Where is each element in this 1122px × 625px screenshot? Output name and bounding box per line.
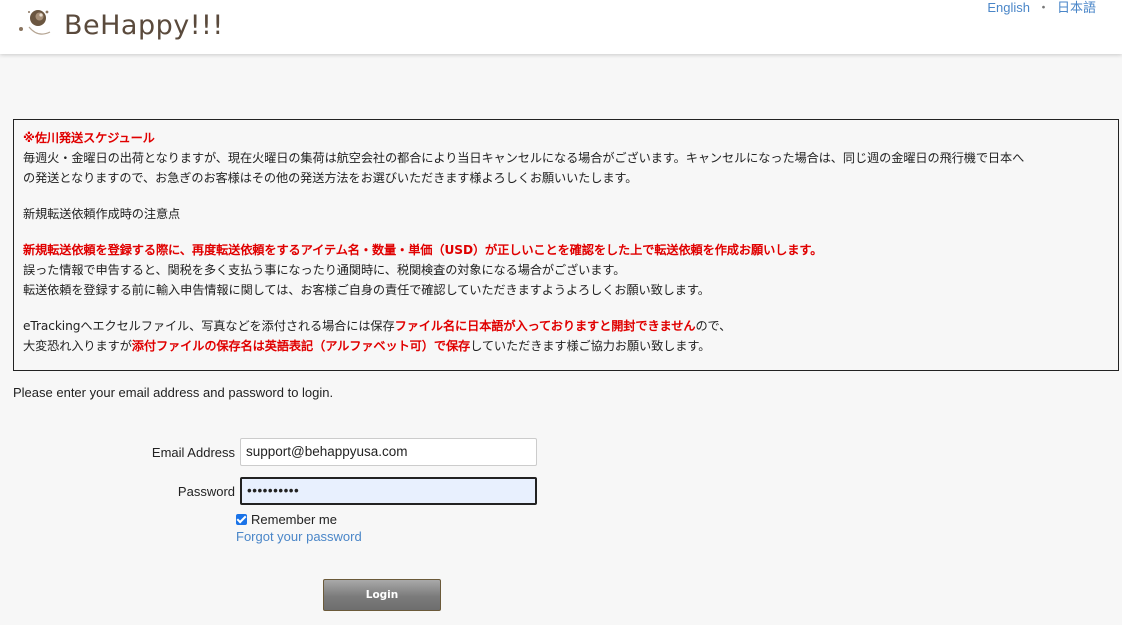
schedule-title: ※佐川発送スケジュール	[23, 131, 155, 145]
lang-english-link[interactable]: English	[987, 0, 1030, 15]
schedule-line-2: の発送となりますので、お急ぎのお客様はその他の発送方法をお選びいただきます様よろ…	[23, 171, 638, 185]
brand-name: BeHappy!!!	[64, 9, 224, 41]
apology-text-a: 大変恐れ入りますが	[23, 339, 132, 353]
apology-text-c: していただきます様ご協力お願い致します。	[470, 339, 711, 353]
schedule-line-1: 毎週火・金曜日の出荷となりますが、現在火曜日の集荷は航空会社の都合により当日キャ…	[23, 151, 1025, 165]
site-header: BeHappy!!! English ・日本語	[0, 0, 1122, 54]
checkmark-icon[interactable]	[236, 514, 247, 525]
etracking-text-a: eTrackingへエクセルファイル、写真などを添付される場合には保存	[23, 319, 395, 333]
remember-me-label: Remember me	[251, 512, 337, 527]
apology-note: 大変恐れ入りますが添付ファイルの保存名は英語表記（アルファベット可）で保存してい…	[23, 336, 1109, 356]
caution-warning: 新規転送依頼を登録する際に、再度転送依頼をするアイテム名・数量・単価（USD）が…	[23, 243, 823, 257]
password-label: Password	[177, 484, 235, 499]
shipping-notice-box: ※佐川発送スケジュール 毎週火・金曜日の出荷となりますが、現在火曜日の集荷は航空…	[13, 119, 1119, 371]
etracking-text-red: ファイル名に日本語が入っておりますと開封できません	[394, 319, 696, 333]
lang-japanese-link[interactable]: 日本語	[1057, 0, 1096, 15]
caution-line-1: 誤った情報で申告すると、関税を多く支払う事になったり通関時に、税関検査の対象にな…	[23, 263, 626, 277]
caution-heading: 新規転送依頼作成時の注意点	[23, 207, 181, 221]
email-field[interactable]: support@behappyusa.com	[240, 438, 537, 466]
etracking-note: eTrackingへエクセルファイル、写真などを添付される場合には保存ファイル名…	[23, 316, 1109, 336]
remember-me[interactable]: Remember me	[236, 512, 337, 527]
password-field[interactable]: ••••••••••	[240, 477, 537, 505]
etracking-text-c: ので、	[695, 319, 732, 333]
caution-line-2: 転送依頼を登録する前に輸入申告情報に関しては、お客様ご自身の責任で確認していただ…	[23, 283, 710, 297]
language-switcher: English ・日本語	[987, 0, 1096, 16]
behappy-logo-icon	[18, 2, 62, 46]
brand-logo[interactable]: BeHappy!!!	[18, 2, 224, 46]
email-label: Email Address	[151, 445, 235, 460]
apology-text-red: 添付ファイルの保存名は英語表記（アルファベット可）で保存	[131, 339, 471, 353]
login-button[interactable]: Login	[323, 579, 441, 611]
lang-separator: ・	[1036, 0, 1050, 15]
forgot-password-link[interactable]: Forgot your password	[236, 529, 362, 544]
login-intro-text: Please enter your email address and pass…	[13, 385, 334, 400]
